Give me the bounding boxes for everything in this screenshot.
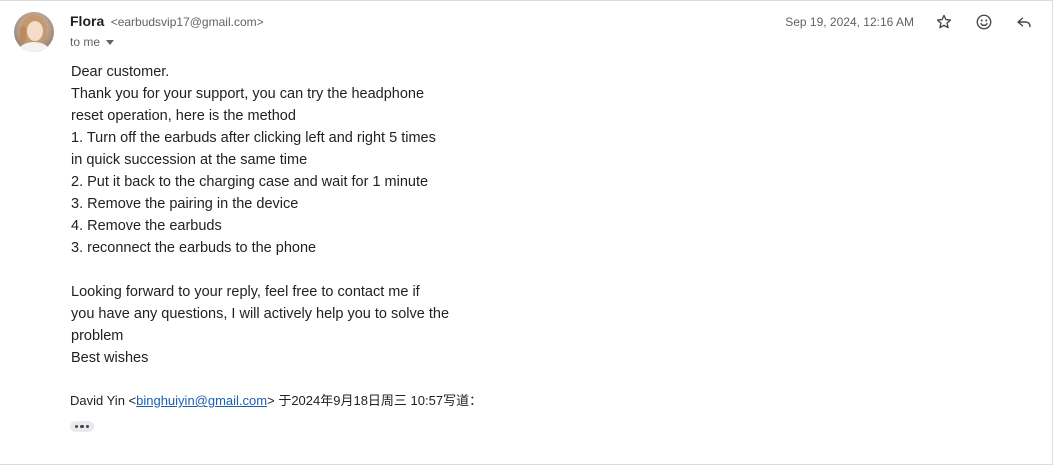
- reply-button[interactable]: [1013, 11, 1035, 33]
- add-reaction-button[interactable]: [973, 11, 995, 33]
- avatar[interactable]: [14, 12, 54, 52]
- more-icon: [74, 424, 79, 429]
- body-line: Dear customer.: [71, 64, 170, 80]
- body-line: 3. reconnect the earbuds to the phone: [71, 240, 317, 256]
- body-line: 2. Put it back to the charging case and …: [71, 174, 429, 190]
- message-date: Sep 19, 2024, 12:16 AM: [785, 15, 914, 29]
- message-body: Dear customer. Thank you for your suppor…: [71, 61, 449, 369]
- body-line: reset operation, here is the method: [71, 108, 296, 124]
- body-line: 4. Remove the earbuds: [71, 218, 222, 234]
- quote-sender-prefix: David Yin <: [70, 393, 137, 408]
- sender-line: Flora <earbudsvip17@gmail.com>: [70, 13, 264, 31]
- email-message: Flora <earbudsvip17@gmail.com> to me Sep…: [0, 0, 1053, 465]
- body-line: Best wishes: [71, 350, 149, 366]
- quote-date-suffix: > 于2024年9月18日周三 10:57写道：: [267, 393, 483, 408]
- body-line: Thank you for your support, you can try …: [71, 86, 425, 102]
- body-line: problem: [71, 328, 124, 344]
- body-line: Looking forward to your reply, feel free…: [71, 284, 420, 300]
- body-line: 3. Remove the pairing in the device: [71, 196, 299, 212]
- star-button[interactable]: [933, 11, 955, 33]
- avatar-image: [14, 12, 54, 52]
- body-line: you have any questions, I will actively …: [71, 306, 450, 322]
- chevron-down-icon[interactable]: [106, 40, 115, 45]
- recipient-label: to me: [70, 35, 101, 49]
- reply-icon: [1017, 17, 1031, 28]
- quoted-reply-header: David Yin <binghuiyin@gmail.com> 于2024年9…: [70, 390, 482, 409]
- sender-email: <earbudsvip17@gmail.com>: [110, 15, 264, 29]
- star-icon: [936, 14, 952, 29]
- recipient-details[interactable]: to me: [70, 35, 115, 49]
- body-line: 1. Turn off the earbuds after clicking l…: [71, 130, 436, 146]
- body-line: in quick succession at the same time: [71, 152, 308, 168]
- show-trimmed-content-button[interactable]: [70, 421, 94, 432]
- emoji-icon: [976, 14, 992, 30]
- quote-sender-email-link[interactable]: binghuiyin@gmail.com: [136, 393, 267, 408]
- sender-name[interactable]: Flora: [70, 13, 104, 29]
- body-line: [71, 259, 449, 281]
